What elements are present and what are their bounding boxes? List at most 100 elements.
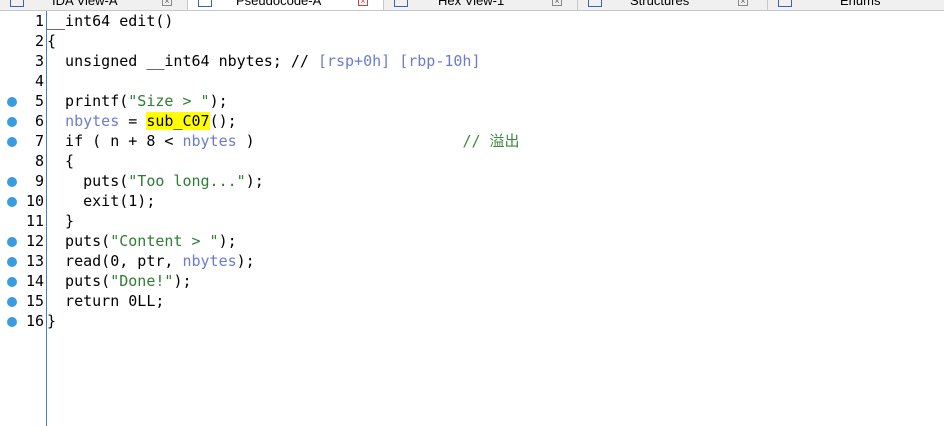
code-line[interactable]: 1 __int64 edit() <box>0 11 944 31</box>
code-token[interactable]: read(0, ptr, <box>47 252 182 270</box>
code-line[interactable]: 9 puts("Too long..."); <box>0 171 944 191</box>
code-token[interactable]: } <box>47 312 56 330</box>
tab-hex-view[interactable]: Hex View-1 × <box>384 0 578 10</box>
code-text[interactable]: nbytes = sub_C07(); <box>47 111 237 131</box>
code-token[interactable] <box>47 112 65 130</box>
line-number: 15 <box>25 292 44 310</box>
code-token[interactable]: "Too long..." <box>128 172 245 190</box>
tab-label: Structures <box>630 0 690 8</box>
code-token[interactable]: ); <box>210 92 228 110</box>
code-text[interactable]: } <box>47 311 56 331</box>
code-token[interactable]: ); <box>173 272 191 290</box>
close-icon[interactable]: × <box>358 0 368 6</box>
breakpoint-dot-icon[interactable] <box>7 197 17 207</box>
tab-bar: IDA View-A × Pseudocode-A × Hex View-1 ×… <box>0 0 944 11</box>
code-line[interactable]: 15 return 0LL; <box>0 291 944 311</box>
line-number: 8 <box>34 152 44 170</box>
breakpoint-dot-icon[interactable] <box>7 97 17 107</box>
code-token[interactable]: __int64 edit() <box>47 12 173 30</box>
code-token[interactable]: printf( <box>47 92 128 110</box>
code-token[interactable]: { <box>47 32 56 50</box>
code-line[interactable]: 13 read(0, ptr, nbytes); <box>0 251 944 271</box>
code-text[interactable]: __int64 edit() <box>47 11 173 31</box>
close-icon[interactable]: × <box>738 0 748 6</box>
code-token[interactable]: { <box>47 152 74 170</box>
code-line[interactable]: 16} <box>0 311 944 331</box>
code-token[interactable]: puts( <box>47 172 128 190</box>
line-number: 3 <box>34 52 44 70</box>
code-text[interactable]: read(0, ptr, nbytes); <box>47 251 255 271</box>
breakpoint-dot-icon[interactable] <box>7 277 17 287</box>
code-token[interactable]: return 0LL; <box>47 292 164 310</box>
code-line[interactable]: 11 } <box>0 211 944 231</box>
breakpoint-dot-icon[interactable] <box>7 257 17 267</box>
breakpoint-dot-icon[interactable] <box>7 177 17 187</box>
tab-structures[interactable]: Structures × <box>578 0 768 10</box>
code-token[interactable]: } <box>47 212 74 230</box>
highlighted-token[interactable]: sub_C07 <box>146 112 210 130</box>
code-token[interactable]: puts( <box>47 272 110 290</box>
tab-pseudocode[interactable]: Pseudocode-A × <box>188 0 384 10</box>
breakpoint-dot-icon[interactable] <box>7 117 17 127</box>
close-icon[interactable]: × <box>552 0 562 6</box>
code-text[interactable]: unsigned __int64 nbytes; // [rsp+0h] [rb… <box>47 51 481 71</box>
code-token[interactable]: "Size > " <box>128 92 209 110</box>
code-token[interactable]: nbytes <box>182 132 236 150</box>
code-token[interactable]: "Content > " <box>110 232 218 250</box>
code-token[interactable]: unsigned __int64 nbytes; // <box>47 52 318 70</box>
structures-icon <box>588 0 602 7</box>
line-number: 11 <box>25 212 44 230</box>
code-line[interactable]: 8 { <box>0 151 944 171</box>
code-text[interactable]: puts("Too long..."); <box>47 171 264 191</box>
code-text[interactable]: return 0LL; <box>47 291 164 311</box>
code-text[interactable]: puts("Done!"); <box>47 271 191 291</box>
code-token[interactable]: ); <box>246 172 264 190</box>
code-token[interactable]: // 溢出 <box>462 132 519 150</box>
code-token[interactable]: exit(1); <box>47 192 155 210</box>
line-number: 4 <box>34 72 44 90</box>
breakpoint-dot-icon[interactable] <box>7 137 17 147</box>
code-token[interactable]: (); <box>210 112 237 130</box>
code-line[interactable]: 2{ <box>0 31 944 51</box>
code-line[interactable]: 14 puts("Done!"); <box>0 271 944 291</box>
code-token[interactable]: = <box>119 112 146 130</box>
code-token[interactable]: puts( <box>47 232 110 250</box>
line-number: 5 <box>34 92 44 110</box>
code-text[interactable]: } <box>47 211 74 231</box>
code-token[interactable]: nbytes <box>65 112 119 130</box>
line-number: 10 <box>25 192 44 210</box>
code-line[interactable]: 10 exit(1); <box>0 191 944 211</box>
code-text[interactable]: puts("Content > "); <box>47 231 237 251</box>
code-line[interactable]: 7 if ( n + 8 < nbytes ) // 溢出 <box>0 131 944 151</box>
breakpoint-dot-icon[interactable] <box>7 317 17 327</box>
code-line[interactable]: 4 <box>0 71 944 91</box>
code-text[interactable]: exit(1); <box>47 191 155 211</box>
code-token[interactable]: ) <box>237 132 463 150</box>
tab-enums[interactable]: Enums <box>768 0 944 10</box>
line-number: 16 <box>25 312 44 330</box>
code-text[interactable]: if ( n + 8 < nbytes ) // 溢出 <box>47 131 519 151</box>
code-text[interactable]: { <box>47 31 56 51</box>
code-token[interactable]: ); <box>219 232 237 250</box>
breakpoint-dot-icon[interactable] <box>7 237 17 247</box>
code-token[interactable]: "Done!" <box>110 272 173 290</box>
code-token[interactable]: [rsp+0h] [rbp-10h] <box>318 52 481 70</box>
code-token[interactable]: nbytes <box>182 252 236 270</box>
code-text[interactable]: printf("Size > "); <box>47 91 228 111</box>
breakpoint-dot-icon[interactable] <box>7 297 17 307</box>
code-line[interactable]: 12 puts("Content > "); <box>0 231 944 251</box>
pseudocode-icon <box>198 0 212 7</box>
code-line[interactable]: 5 printf("Size > "); <box>0 91 944 111</box>
code-line[interactable]: 6 nbytes = sub_C07(); <box>0 111 944 131</box>
tab-label: IDA View-A <box>52 0 118 8</box>
ida-view-icon <box>10 0 24 7</box>
code-token[interactable]: if ( n + 8 < <box>47 132 182 150</box>
line-number: 1 <box>34 12 44 30</box>
line-number: 14 <box>25 272 44 290</box>
code-line[interactable]: 3 unsigned __int64 nbytes; // [rsp+0h] [… <box>0 51 944 71</box>
tab-ida-view[interactable]: IDA View-A × <box>0 0 188 10</box>
code-text[interactable]: { <box>47 151 74 171</box>
code-token[interactable]: ); <box>237 252 255 270</box>
line-number: 12 <box>25 232 44 250</box>
close-icon[interactable]: × <box>162 0 172 6</box>
